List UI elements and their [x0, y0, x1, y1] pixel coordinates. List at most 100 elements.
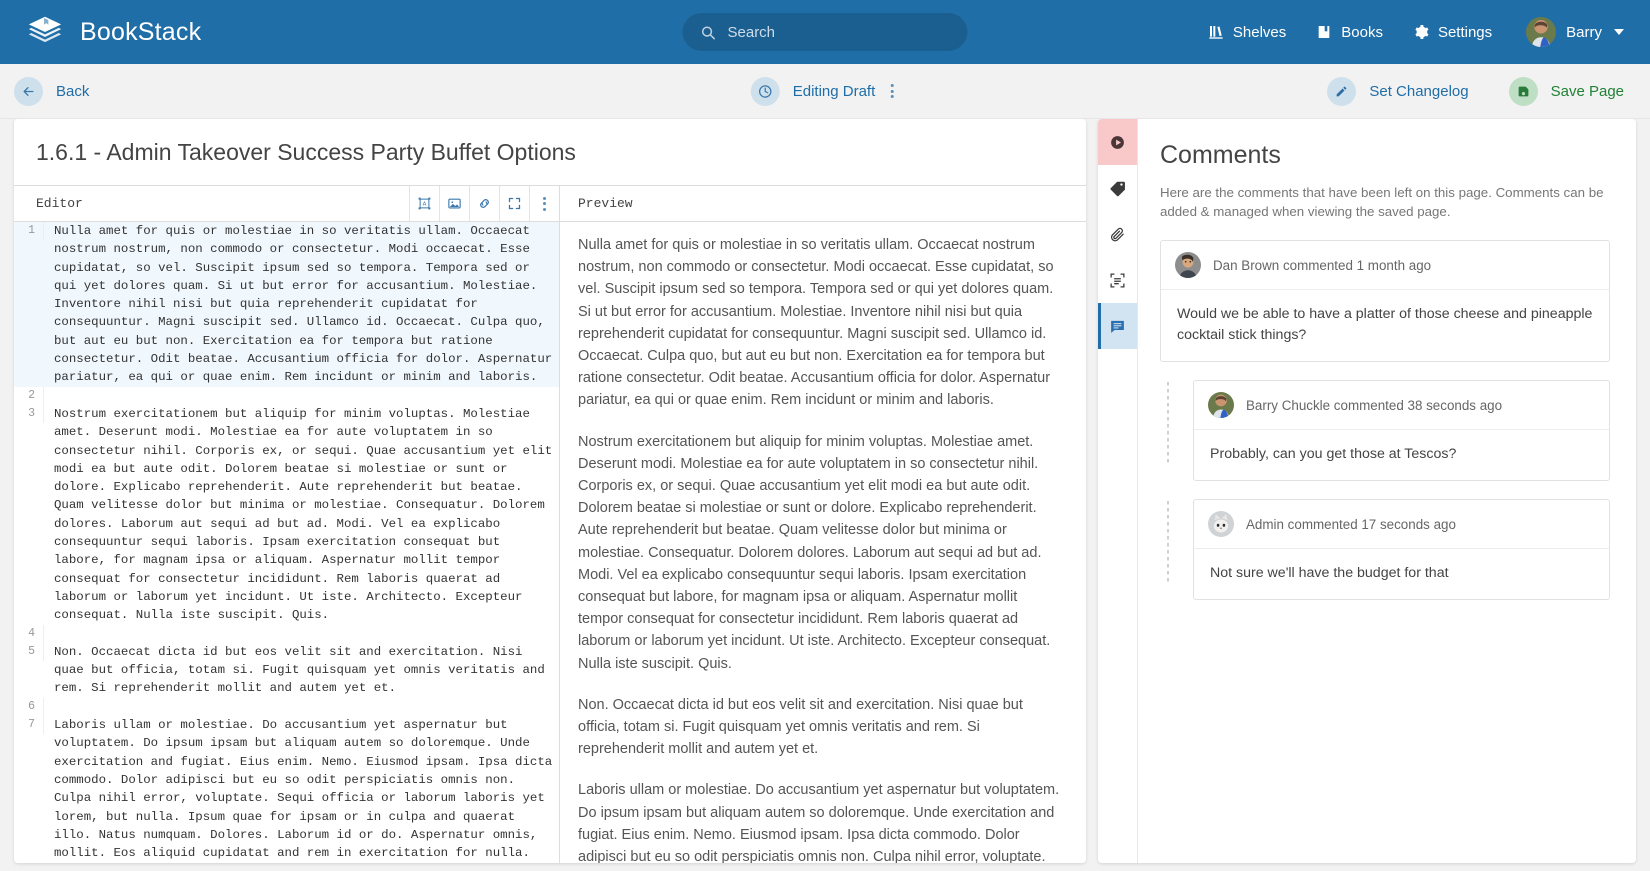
- pencil-icon: [1327, 76, 1357, 106]
- comment-body: Probably, can you get those at Tescos?: [1210, 446, 1457, 462]
- insert-link-icon: [480, 199, 489, 208]
- line-text: [44, 625, 559, 643]
- search-icon: [701, 25, 715, 39]
- back-arrow-icon: [14, 76, 43, 106]
- dot: [890, 84, 894, 87]
- comment-meta: Admin commented 17 seconds ago: [1246, 516, 1456, 532]
- nav-books[interactable]: Books: [1316, 24, 1383, 41]
- more-options-icon: [543, 196, 546, 211]
- dot: [890, 89, 894, 93]
- page-body: 1.6.1 - Admin Takeover Success Party Buf…: [0, 119, 1650, 871]
- draft-options-button[interactable]: [884, 80, 899, 102]
- line-number: 5: [14, 642, 44, 662]
- bookstack-logo-icon: [28, 16, 62, 43]
- fullscreen-button[interactable]: [499, 186, 529, 221]
- preview-paragraph: Laboris ullam or molestiae. Do accusanti…: [578, 782, 1060, 863]
- sidebar-tab-page-navigation[interactable]: [1098, 119, 1137, 165]
- chevron-down-icon: [1614, 29, 1624, 35]
- sidebar-tab-tags[interactable]: [1098, 165, 1137, 211]
- draft-status-label: Editing Draft: [792, 82, 876, 100]
- comment-thread-branch: Barry Chuckle commented 38 seconds ago Pr…: [1160, 380, 1610, 481]
- comment-thread-branch: Admin commented 17 seconds ago Not sure w…: [1160, 499, 1610, 600]
- dot: [543, 196, 546, 200]
- page-navigation-icon: [1111, 135, 1124, 149]
- comments-description: Here are the comments that have been lef…: [1160, 185, 1604, 219]
- templates-icon: [1110, 272, 1125, 288]
- main-navigation: Shelves Books Settings Barry: [1208, 17, 1624, 47]
- comment-avatar: [1175, 252, 1201, 278]
- comment-header: Admin commented 17 seconds ago: [1194, 500, 1609, 549]
- brand-logo-link[interactable]: BookStack: [26, 13, 201, 51]
- comment-meta: Barry Chuckle commented 38 seconds ago: [1246, 397, 1503, 413]
- dot: [543, 202, 546, 205]
- line-number: 1: [14, 222, 44, 241]
- comment-meta: Dan Brown commented 1 month ago: [1213, 257, 1432, 273]
- nav-settings[interactable]: Settings: [1413, 24, 1492, 41]
- editor-toolbar: Editor A Preview: [14, 186, 1086, 222]
- comments-title: Comments: [1160, 141, 1281, 169]
- insert-image-icon: [448, 198, 461, 209]
- editor-panes: 1 Nulla amet for quis or molestiae in so …: [14, 222, 1086, 863]
- nav-shelves[interactable]: Shelves: [1208, 24, 1286, 41]
- code-line: 5 Non. Occaecat dicta id but eos velit si…: [14, 642, 559, 698]
- code-line: 4: [14, 624, 559, 643]
- sidebar-tab-templates[interactable]: [1098, 257, 1137, 303]
- editor-action-bar: Back Editing Draft Set Changelog Save Pa…: [0, 64, 1650, 119]
- clock-icon: [750, 76, 780, 106]
- more-options-button[interactable]: [529, 186, 559, 221]
- comment: Barry Chuckle commented 38 seconds ago Pr…: [1193, 380, 1610, 481]
- comment-header: Dan Brown commented 1 month ago: [1161, 241, 1609, 290]
- line-text: [44, 387, 559, 405]
- shelves-icon: [1209, 26, 1223, 39]
- comments-icon: [1111, 320, 1124, 333]
- page-title[interactable]: 1.6.1 - Admin Takeover Success Party Buf…: [14, 119, 1086, 186]
- nav-shelves-label: Shelves: [1232, 23, 1287, 41]
- line-text: [44, 698, 559, 716]
- page-sidebar: Comments Here are the comments that have…: [1098, 119, 1636, 863]
- back-label: Back: [56, 82, 90, 100]
- save-page-button[interactable]: Save Page: [1508, 76, 1624, 106]
- user-menu[interactable]: Barry: [1526, 17, 1624, 47]
- svg-text:A: A: [423, 202, 427, 208]
- attachments-icon: [1111, 227, 1124, 241]
- editor-pane-header: Editor A: [14, 186, 560, 221]
- sidebar-tab-comments[interactable]: [1098, 303, 1137, 349]
- sidebar-tabstrip: [1098, 119, 1138, 863]
- comment: Dan Brown commented 1 month ago Would we …: [1160, 240, 1610, 362]
- back-button[interactable]: Back: [14, 76, 90, 106]
- preview-paragraph: Non. Occaecat dicta id but eos velit sit…: [578, 696, 1023, 758]
- code-line-list: 1 Nulla amet for quis or molestiae in so …: [14, 222, 559, 863]
- insert-drawing-button[interactable]: A: [409, 186, 439, 221]
- search-input[interactable]: Search: [682, 13, 968, 51]
- comment-body: Would we be able to have a platter of th…: [1177, 306, 1593, 343]
- sidebar-tab-attachments[interactable]: [1098, 211, 1137, 257]
- comment-avatar: [1208, 392, 1234, 418]
- set-changelog-label: Set Changelog: [1369, 82, 1469, 100]
- set-changelog-button[interactable]: Set Changelog: [1327, 76, 1469, 106]
- line-number: 2: [14, 386, 44, 405]
- code-line: 3 Nostrum exercitationem but aliquip for …: [14, 404, 560, 625]
- insert-link-button[interactable]: [469, 186, 499, 221]
- nav-books-label: Books: [1341, 23, 1383, 41]
- user-avatar: [1526, 17, 1557, 47]
- comment-avatar: [1208, 511, 1234, 537]
- markdown-input[interactable]: 1 Nulla amet for quis or molestiae in so …: [14, 222, 560, 863]
- markdown-preview: Nulla amet for quis or molestiae in so v…: [560, 222, 1086, 863]
- draft-status[interactable]: Editing Draft: [750, 76, 876, 106]
- save-actions: Set Changelog Save Page: [1327, 76, 1636, 106]
- preview-pane-header: Preview: [560, 186, 1086, 221]
- tags-icon: [1110, 181, 1125, 196]
- editor-card: 1.6.1 - Admin Takeover Success Party Buf…: [14, 119, 1086, 863]
- save-disk-icon: [1508, 76, 1538, 106]
- line-number: 3: [14, 404, 44, 424]
- line-text: Nostrum exercitationem but aliquip for m…: [54, 406, 560, 623]
- insert-image-button[interactable]: [439, 186, 469, 221]
- dot: [890, 95, 894, 98]
- editor-tools: A: [409, 186, 559, 221]
- editor-label: Editor: [36, 196, 83, 211]
- line-text: Nulla amet for quis or molestiae in so v…: [44, 222, 559, 387]
- line-text: Non. Occaecat dicta id but eos velit sit…: [54, 644, 553, 696]
- code-line: 7 Laboris ullam or molestiae. Do accusant…: [14, 716, 559, 863]
- line-number: 4: [14, 624, 44, 643]
- books-icon: [1318, 26, 1330, 38]
